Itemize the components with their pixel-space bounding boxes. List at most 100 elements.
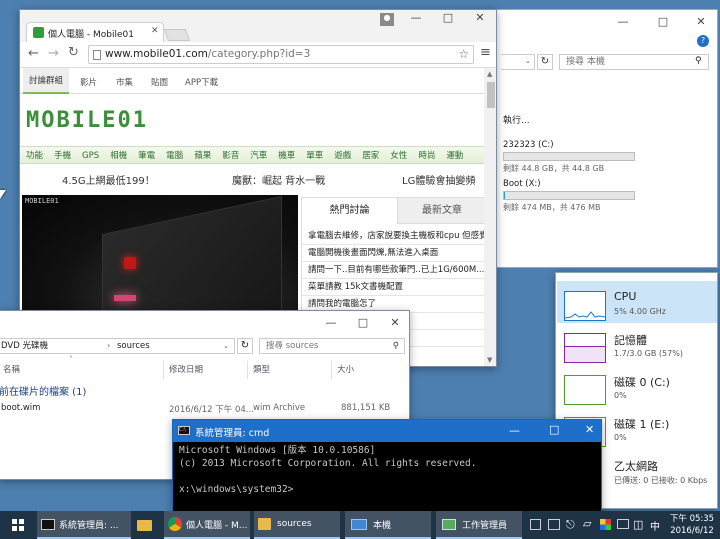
- category-nav-item[interactable]: 時尚: [418, 151, 435, 161]
- tray-monitor-icon[interactable]: [617, 519, 629, 529]
- new-tab-button[interactable]: [163, 29, 191, 41]
- col-divider: [163, 361, 164, 379]
- tray-speaker-icon[interactable]: ▱: [583, 517, 591, 530]
- path-current[interactable]: sources: [117, 339, 150, 353]
- start-windows-icon[interactable]: [12, 519, 24, 531]
- perf-item[interactable]: 記憶體 1.7/3.0 GB (57%): [556, 329, 716, 371]
- col-date[interactable]: 修改日期: [169, 363, 203, 375]
- perf-item-subtitle: 已傳送: 0 已接收: 0 Kbps: [614, 476, 708, 485]
- ad-right[interactable]: LG體驗會抽變頻: [402, 172, 475, 187]
- chrome-scrollbar[interactable]: ▲ ▼: [484, 68, 496, 366]
- refresh-button[interactable]: ↻: [537, 54, 553, 70]
- minimize-icon[interactable]: —: [509, 424, 520, 437]
- dropdown-icon[interactable]: ⌄: [525, 57, 531, 65]
- category-nav-item[interactable]: 相機: [110, 151, 127, 161]
- category-nav-item[interactable]: 手機: [54, 151, 71, 161]
- top-tab-forum[interactable]: 討論群組: [23, 68, 70, 94]
- tray-color-icon[interactable]: [600, 519, 611, 530]
- hot-list-item[interactable]: 菜單請教 15k文書機配置: [302, 279, 484, 296]
- tab-close-icon[interactable]: ✕: [151, 26, 159, 36]
- hot-list-item[interactable]: 請問一下..目前有哪些款筆門..已上1G/600M...: [302, 262, 484, 279]
- category-nav-item[interactable]: 功能: [26, 151, 43, 161]
- tray-network-icon[interactable]: [530, 519, 541, 530]
- scroll-down-icon[interactable]: ▼: [487, 356, 492, 364]
- taskbar-cmd[interactable]: 系統管理員: ...: [37, 511, 131, 539]
- search-sources-input[interactable]: 搜尋 sources ⚲: [259, 338, 405, 354]
- search-icon[interactable]: ⚲: [393, 339, 399, 353]
- drive-c[interactable]: 232323 (C:) 剩餘 44.8 GB，共 44.8 GB: [503, 140, 635, 174]
- category-nav-item[interactable]: 汽車: [250, 151, 267, 161]
- category-nav-item[interactable]: 筆電: [138, 151, 155, 161]
- clock[interactable]: 下午 05:35 2016/6/12: [666, 513, 718, 537]
- site-logo[interactable]: MOBILE01: [26, 108, 148, 133]
- taskbar-explorer-pin[interactable]: [134, 511, 156, 539]
- tab-hot[interactable]: 熱門討論: [302, 198, 398, 224]
- address-bar[interactable]: DVD 光碟機 › sources ⌄: [0, 338, 235, 354]
- cmd-console[interactable]: Microsoft Windows [版本 10.0.10586] (c) 201…: [179, 444, 599, 496]
- ime-indicator[interactable]: 中: [650, 518, 660, 533]
- user-icon[interactable]: ●: [380, 13, 394, 26]
- scroll-up-icon[interactable]: ▲: [487, 70, 492, 78]
- omnibox[interactable]: www.mobile01.com/category.php?id=3 ☆: [88, 45, 474, 64]
- path-root[interactable]: DVD 光碟機: [1, 339, 48, 353]
- chrome-tab[interactable]: 個人電腦 - Mobile01 ✕: [26, 22, 164, 42]
- back-icon[interactable]: ←: [28, 46, 39, 61]
- reload-icon[interactable]: ↻: [68, 45, 79, 60]
- taskbar-task-manager[interactable]: 工作管理員: [436, 511, 522, 539]
- hot-list-item[interactable]: 拿電腦去維修，店家說要換主機板和cpu 但感覺: [302, 228, 484, 245]
- category-nav-item[interactable]: 居家: [362, 151, 379, 161]
- close-icon[interactable]: ✕: [687, 10, 715, 34]
- minimize-icon[interactable]: —: [402, 10, 430, 30]
- hot-list-item[interactable]: 電腦開機後畫面閃爍,無法進入桌面: [302, 245, 484, 262]
- group-header[interactable]: 前在碟片的檔案 (1): [0, 383, 86, 398]
- tray-device-icon[interactable]: [548, 519, 560, 530]
- category-nav-item[interactable]: 電腦: [166, 151, 183, 161]
- search-this-pc-input[interactable]: 搜尋 本機: [559, 54, 709, 70]
- top-tab-market[interactable]: 市集: [116, 76, 133, 88]
- file-row[interactable]: boot.wim 2016/6/12 下午 04... wim Archive …: [0, 403, 409, 417]
- category-nav-item[interactable]: 運動: [446, 151, 463, 161]
- close-icon[interactable]: ✕: [381, 311, 409, 335]
- taskbar-sources[interactable]: sources: [254, 511, 340, 539]
- category-nav-item[interactable]: 單車: [306, 151, 323, 161]
- col-type[interactable]: 類型: [253, 363, 270, 375]
- top-tab-app[interactable]: APP下載: [185, 76, 218, 88]
- perf-item[interactable]: CPU 5% 4.00 GHz: [556, 287, 716, 329]
- ad-left[interactable]: 4.5G上網最低199！: [62, 172, 155, 187]
- col-size[interactable]: 大小: [337, 363, 354, 375]
- computer-icon: [351, 518, 367, 530]
- scroll-thumb[interactable]: [487, 82, 495, 108]
- chrome-menu-icon[interactable]: ≡: [480, 45, 491, 60]
- category-nav-item[interactable]: GPS: [82, 151, 99, 161]
- refresh-button[interactable]: ↻: [237, 338, 253, 354]
- ad-middle[interactable]: 魔獸：崛起 背水一戰: [232, 172, 325, 187]
- maximize-icon[interactable]: □: [649, 10, 677, 34]
- search-icon[interactable]: ⚲: [695, 56, 702, 66]
- category-nav-item[interactable]: 蘋果: [194, 151, 211, 161]
- taskbar-chrome[interactable]: 個人電腦 - M...: [164, 511, 250, 539]
- category-nav-item[interactable]: 女性: [390, 151, 407, 161]
- bookmark-star-icon[interactable]: ☆: [458, 46, 469, 63]
- perf-item[interactable]: 磁碟 0 (C:) 0%: [556, 371, 716, 413]
- category-nav-item[interactable]: 機車: [278, 151, 295, 161]
- tab-latest[interactable]: 最新文章: [398, 198, 484, 224]
- taskbar-this-pc[interactable]: 本機: [345, 511, 431, 539]
- help-icon[interactable]: ?: [697, 35, 709, 47]
- top-tab-video[interactable]: 影片: [80, 76, 97, 88]
- category-nav-item[interactable]: 影音: [222, 151, 239, 161]
- maximize-icon[interactable]: □: [549, 423, 559, 436]
- forward-icon[interactable]: →: [48, 46, 59, 61]
- close-icon[interactable]: ✕: [466, 10, 494, 30]
- drive-x[interactable]: Boot (X:) 剩餘 474 MB，共 476 MB: [503, 179, 635, 213]
- minimize-icon[interactable]: —: [317, 311, 345, 335]
- tray-battery-icon[interactable]: ◫: [633, 518, 643, 531]
- maximize-icon[interactable]: □: [434, 10, 462, 30]
- minimize-icon[interactable]: —: [609, 10, 637, 34]
- category-nav-item[interactable]: 遊戲: [334, 151, 351, 161]
- tray-usb-icon[interactable]: ⎋: [566, 518, 575, 532]
- col-name[interactable]: 名稱: [3, 363, 20, 375]
- maximize-icon[interactable]: □: [349, 311, 377, 335]
- dropdown-icon[interactable]: ⌄: [223, 339, 229, 353]
- top-tab-photos[interactable]: 貼圖: [151, 76, 168, 88]
- close-icon[interactable]: ✕: [585, 423, 594, 436]
